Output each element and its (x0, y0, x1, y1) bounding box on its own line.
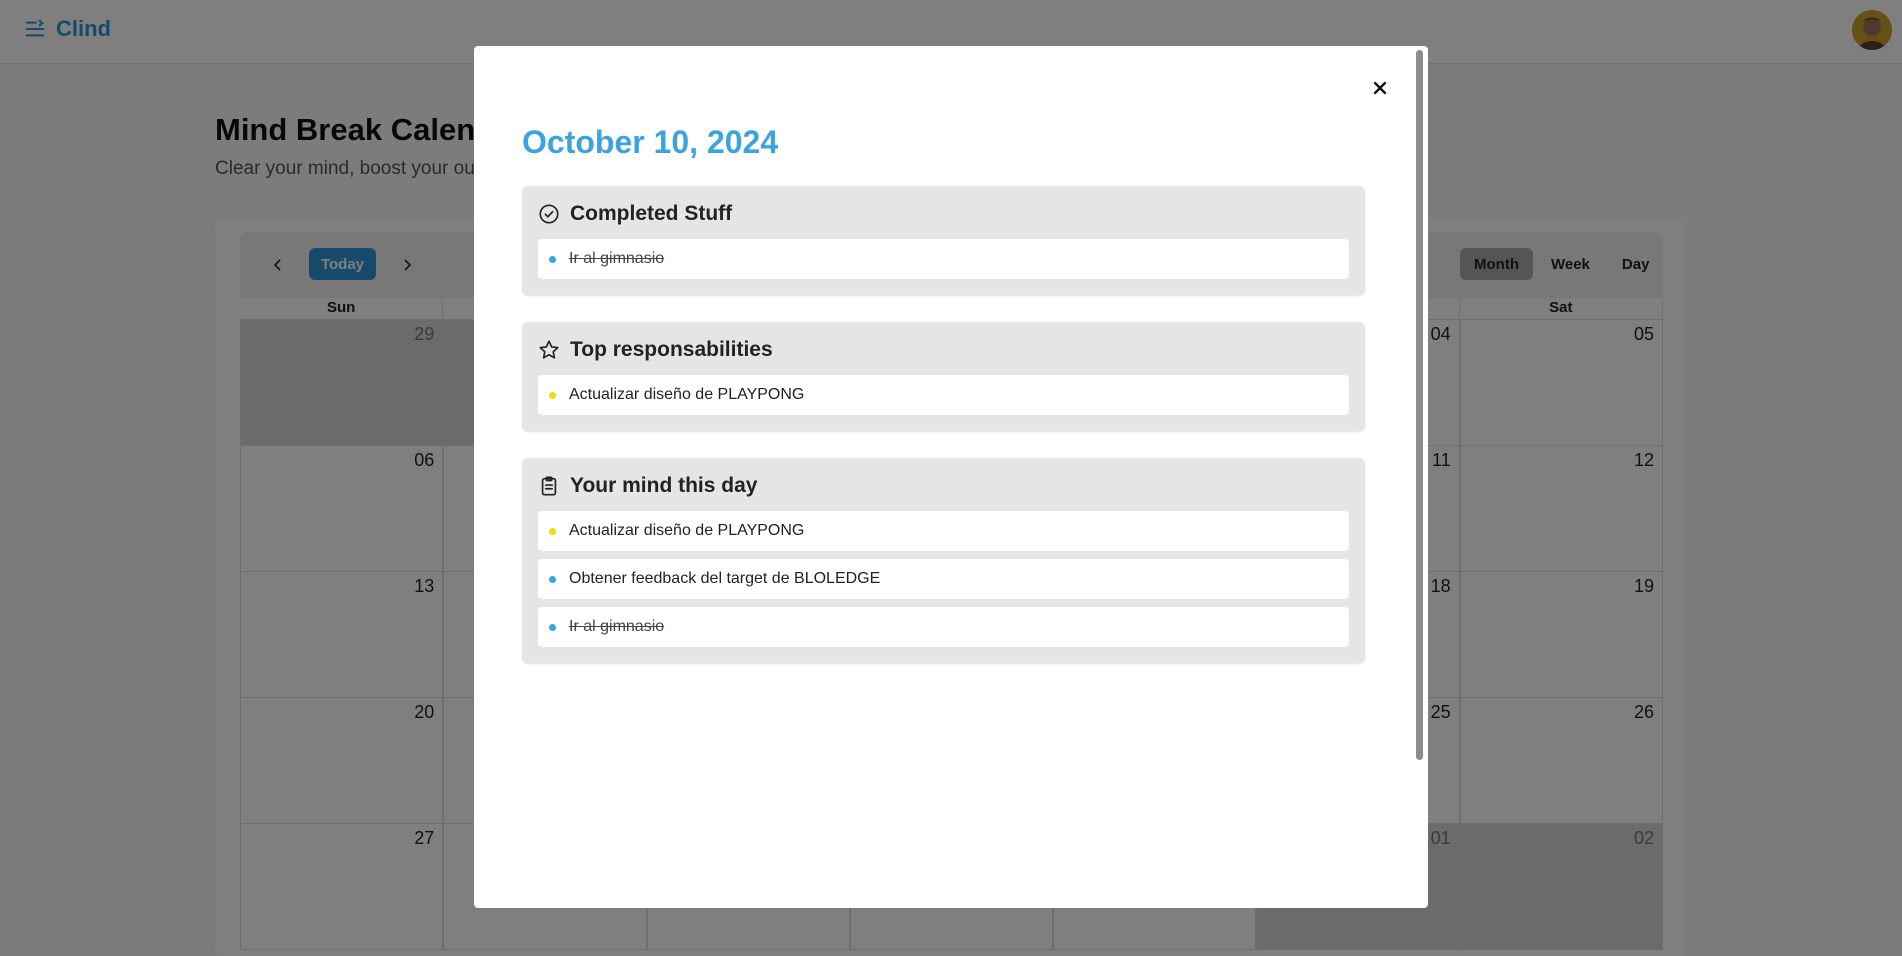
item-text: Actualizar diseño de PLAYPONG (569, 522, 805, 539)
section-title: Top responsabilities (570, 338, 773, 361)
status-dot (549, 391, 556, 399)
section-your-mind-this-day: Your mind this day Actualizar diseño de … (522, 458, 1365, 663)
section-top-responsabilities: Top responsabilities Actualizar diseño d… (522, 322, 1365, 431)
item-text: Ir al gimnasio (569, 250, 665, 267)
section-header: Completed Stuff (538, 202, 1349, 226)
list-item[interactable]: Actualizar diseño de PLAYPONG (538, 511, 1349, 551)
list-item[interactable]: Actualizar diseño de PLAYPONG (538, 375, 1349, 415)
item-text: Actualizar diseño de PLAYPONG (569, 386, 805, 403)
section-title: Your mind this day (570, 474, 758, 497)
status-dot (549, 623, 556, 631)
check-circle-icon (539, 204, 559, 224)
clipboard-icon (541, 476, 557, 496)
item-text: Ir al gimnasio (569, 618, 665, 635)
modal-scrollbar[interactable] (1416, 50, 1423, 760)
section-header: Top responsabilities (538, 338, 1349, 362)
item-text: Obtener feedback del target de BLOLEDGE (569, 570, 881, 587)
status-dot (549, 527, 556, 535)
status-dot (549, 575, 556, 583)
close-button[interactable] (1368, 76, 1392, 100)
star-icon (539, 340, 559, 359)
list-item[interactable]: Ir al gimnasio (538, 607, 1349, 647)
modal-date-title: October 10, 2024 (522, 124, 779, 160)
close-icon (1373, 81, 1387, 95)
section-header: Your mind this day (538, 474, 1349, 498)
list-item[interactable]: Obtener feedback del target de BLOLEDGE (538, 559, 1349, 599)
status-dot (549, 255, 556, 263)
section-completed-stuff: Completed Stuff Ir al gimnasio (522, 186, 1365, 295)
section-title: Completed Stuff (570, 202, 733, 225)
list-item[interactable]: Ir al gimnasio (538, 239, 1349, 279)
